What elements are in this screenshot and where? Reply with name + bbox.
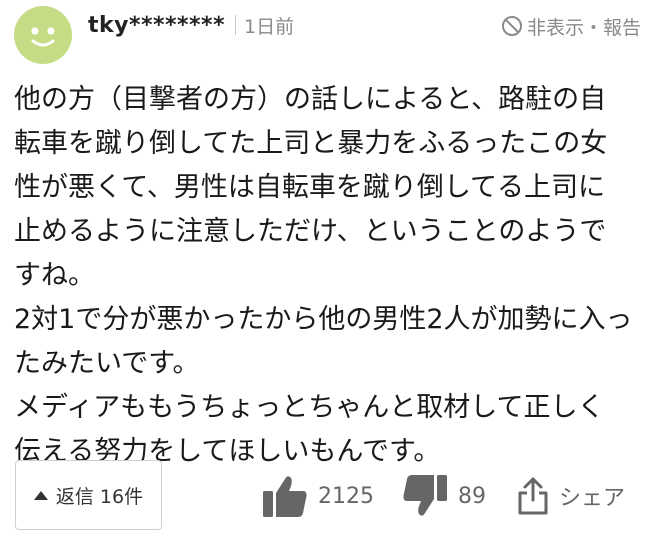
reply-button[interactable]: 返信 16件 xyxy=(15,460,162,530)
comment-line: メディアももうちょっとちゃんと取材して正しく xyxy=(14,392,605,423)
triangle-up-icon xyxy=(33,490,48,500)
reply-label: 返信 16件 xyxy=(55,485,144,508)
share-button[interactable]: シェア xyxy=(517,470,625,522)
comment-body: 他の方（目撃者の方）の話しによると、路駐の自 転車を蹴り倒してた上司と暴力をふる… xyxy=(14,78,644,474)
hide-report-label: 非表示・報告 xyxy=(526,16,641,39)
hide-report-button[interactable]: 非表示・報告 xyxy=(501,12,641,40)
comment-line: 転車を蹴り倒してた上司と暴力をふるったこの女 xyxy=(14,128,608,159)
comment-line: 2対1で分が悪かったから他の男性2人が加勢に入っ xyxy=(14,304,633,335)
smiley-avatar-icon xyxy=(31,27,55,47)
avatar xyxy=(14,6,72,64)
thumbs-down-icon xyxy=(403,475,447,516)
like-button[interactable]: 2125 xyxy=(262,470,374,522)
comment-footer: 返信 16件 2125 89 シェア xyxy=(0,460,655,532)
dislike-count: 89 xyxy=(458,483,486,509)
comment-header: tky******** 1日前 xyxy=(88,10,294,40)
comment-line: 他の方（目撃者の方）の話しによると、路駐の自 xyxy=(14,84,607,115)
comment-line: 性が悪くて、男性は自転車を蹴り倒してる上司に xyxy=(14,172,606,203)
share-icon xyxy=(518,477,548,515)
username[interactable]: tky******** xyxy=(88,13,225,38)
comment-line: たみたいです。 xyxy=(14,348,200,379)
comment-line: すね。 xyxy=(14,260,95,291)
dislike-button[interactable]: 89 xyxy=(402,470,486,522)
thumbs-up-icon xyxy=(263,476,307,517)
timestamp: 1日前 xyxy=(244,15,295,38)
comment-line: 止めるように注意しただけ、ということのようで xyxy=(14,216,607,247)
header-divider xyxy=(235,15,237,35)
like-count: 2125 xyxy=(318,483,374,509)
share-label: シェア xyxy=(559,486,626,511)
no-entry-icon xyxy=(501,16,522,36)
